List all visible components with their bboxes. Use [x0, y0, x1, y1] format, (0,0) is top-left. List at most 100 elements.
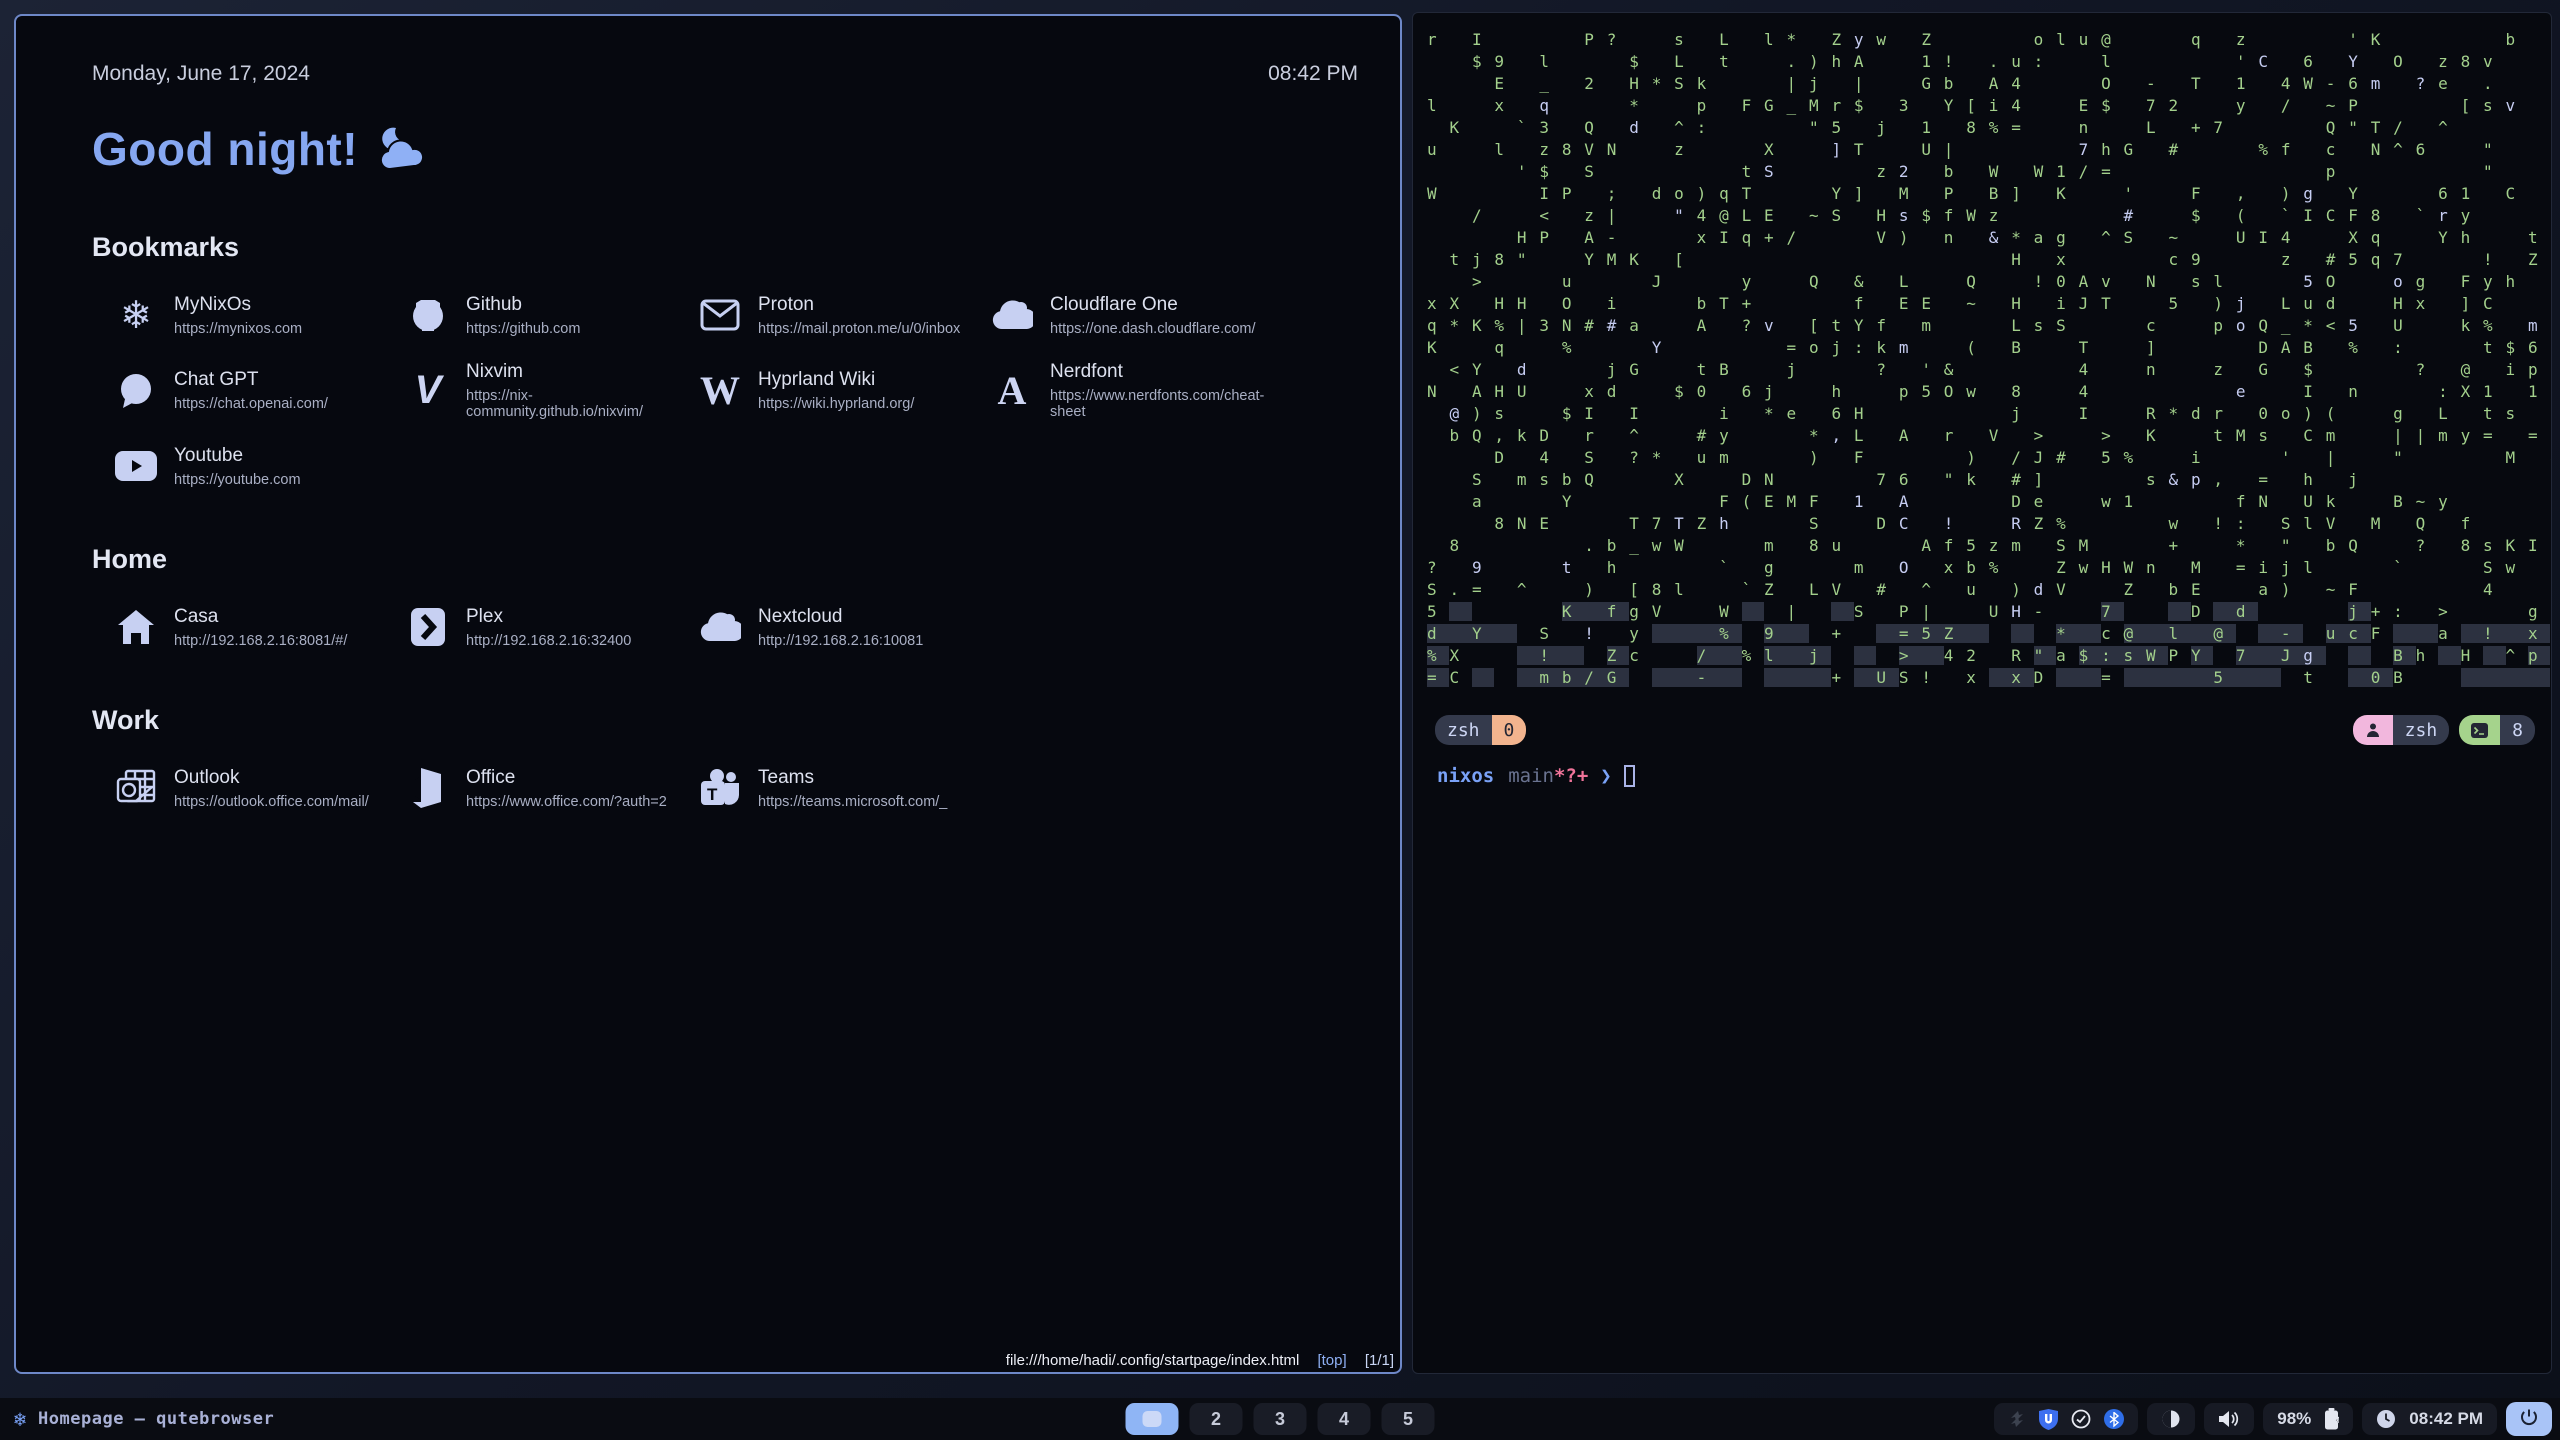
- teams-icon: T: [698, 766, 742, 810]
- tmux-statusbar: zsh 0 zsh 8: [1435, 715, 2535, 745]
- battery-percent: 98%: [2277, 1409, 2311, 1429]
- bluetooth-icon[interactable]: [2104, 1409, 2124, 1429]
- tmux-user-module: zsh: [2353, 715, 2450, 745]
- prompt-symbol: ❯: [1600, 765, 1611, 787]
- speaker-icon: [2218, 1410, 2240, 1428]
- bookmark-office[interactable]: Officehttps://www.office.com/?auth=2: [406, 766, 698, 810]
- prompt-git-branch: main: [1508, 765, 1554, 787]
- bookmark-chat-gpt[interactable]: Chat GPThttps://chat.openai.com/: [114, 361, 406, 420]
- tmux-tab-index: 0: [1492, 715, 1527, 745]
- bookmark-outlook[interactable]: Outlook https://outlook.office.com/mail/: [114, 766, 406, 810]
- bookmark-teams[interactable]: T Teams https://teams.microsoft.com/_: [698, 766, 990, 810]
- bookmark-name: Proton: [758, 294, 960, 316]
- workspace-2[interactable]: 2: [1190, 1403, 1243, 1435]
- bookmark-mynixos[interactable]: ❄MyNixOshttps://mynixos.com: [114, 293, 406, 337]
- home-icon: [114, 605, 158, 649]
- workspace-5[interactable]: 5: [1382, 1403, 1435, 1435]
- section-title: Bookmarks: [92, 232, 1358, 263]
- date-text: Monday, June 17, 2024: [92, 62, 310, 86]
- startpage: Monday, June 17, 2024 08:42 PM Good nigh…: [16, 16, 1400, 1372]
- bookmark-hyprland-wiki[interactable]: WHyprland Wikihttps://wiki.hyprland.org/: [698, 361, 990, 420]
- bookmark-url: https://teams.microsoft.com/_: [758, 794, 947, 810]
- bookmark-name: Office: [466, 767, 667, 789]
- bookmark-nextcloud[interactable]: Nextcloud http://192.168.2.16:10081: [698, 605, 990, 649]
- cloud-icon: [990, 293, 1034, 337]
- bookmark-nerdfont[interactable]: A Nerdfont https://www.nerdfonts.com/cheat…: [990, 361, 1282, 420]
- bookmark-url: http://192.168.2.16:10081: [758, 633, 923, 649]
- bookmark-name: Youtube: [174, 445, 301, 467]
- bookmark-name: Chat GPT: [174, 369, 328, 391]
- battery-status[interactable]: 98%: [2263, 1403, 2353, 1435]
- bookmark-name: Github: [466, 294, 580, 316]
- bitwarden-shield-icon[interactable]: [2039, 1409, 2058, 1430]
- statusbar-tab-index: [1/1]: [1365, 1352, 1394, 1369]
- battery-charging-icon: [2324, 1408, 2339, 1430]
- youtube-play-icon: [114, 444, 158, 488]
- svg-text:T: T: [707, 785, 718, 804]
- bookmark-name: Casa: [174, 606, 347, 628]
- text-cursor: [1624, 765, 1635, 787]
- bookmark-name: Nextcloud: [758, 606, 923, 628]
- section-work: Work Outlook https://outlook.office.com/ma…: [92, 705, 1358, 810]
- bookmark-name: Teams: [758, 767, 947, 789]
- clock-module[interactable]: 08:42 PM: [2362, 1403, 2497, 1435]
- bookmark-url: https://one.dash.cloudflare.com/: [1050, 321, 1256, 337]
- terminal-icon: [2459, 715, 2500, 745]
- bookmark-url: http://192.168.2.16:8081/#/: [174, 633, 347, 649]
- statusbar-scroll-position: [top]: [1317, 1352, 1346, 1369]
- moon-cloud-icon: [374, 123, 426, 175]
- workspace-1-active[interactable]: [1126, 1403, 1179, 1435]
- workspace-3[interactable]: 3: [1254, 1403, 1307, 1435]
- outlook-icon: [114, 766, 158, 810]
- bookmark-url: https://github.com: [466, 321, 580, 337]
- bookmark-plex[interactable]: Plexhttp://192.168.2.16:32400: [406, 605, 698, 649]
- bookmark-name: Nixvim: [466, 361, 698, 383]
- section-title: Home: [92, 544, 1358, 575]
- section-home: HomeCasahttp://192.168.2.16:8081/#/Plexh…: [92, 544, 1358, 649]
- tmux-tab-zsh[interactable]: zsh 0: [1435, 715, 1526, 745]
- clock-icon: [2376, 1409, 2396, 1429]
- bookmark-github[interactable]: Github https://github.com: [406, 293, 698, 337]
- bookmark-youtube[interactable]: Youtubehttps://youtube.com: [114, 444, 406, 488]
- bookmark-nixvim[interactable]: VNixvimhttps://nix-community.github.io/n…: [406, 361, 698, 420]
- bookmark-sections: Bookmarks❄MyNixOshttps://mynixos.comGith…: [92, 232, 1358, 810]
- bookmark-name: Plex: [466, 606, 631, 628]
- shell-prompt[interactable]: nixos main *?+ ❯: [1437, 765, 1635, 787]
- prompt-host: nixos: [1437, 765, 1494, 787]
- bookmark-casa[interactable]: Casa http://192.168.2.16:8081/#/: [114, 605, 406, 649]
- system-tray[interactable]: [1994, 1403, 2138, 1435]
- taskbar: ❄ Homepage — qutebrowser 2345: [0, 1398, 2560, 1440]
- section-title: Work: [92, 705, 1358, 736]
- github-icon: [406, 293, 450, 337]
- workspace-switcher: 2345: [1126, 1403, 1435, 1435]
- bookmark-url: https://www.nerdfonts.com/cheat-sheet: [1050, 388, 1282, 420]
- qutebrowser-window: Monday, June 17, 2024 08:42 PM Good nigh…: [14, 14, 1402, 1374]
- prompt-git-status: *?+: [1554, 765, 1588, 787]
- section-bookmarks: Bookmarks❄MyNixOshttps://mynixos.comGith…: [92, 232, 1358, 488]
- night-light-toggle[interactable]: [2147, 1403, 2195, 1435]
- bookmark-name: Nerdfont: [1050, 361, 1282, 383]
- check-circle-icon[interactable]: [2071, 1409, 2091, 1429]
- bookmark-proton[interactable]: Protonhttps://mail.proton.me/u/0/inbox: [698, 293, 990, 337]
- nixos-snowflake-icon: ❄: [14, 1407, 26, 1431]
- letter-a-icon: A: [990, 369, 1034, 413]
- plex-chevron-icon: [406, 605, 450, 649]
- cloud-icon: [698, 605, 742, 649]
- kdeconnect-arrows-icon[interactable]: [2008, 1410, 2026, 1428]
- power-button[interactable]: [2506, 1402, 2552, 1436]
- letter-w-icon: W: [698, 369, 742, 413]
- terminal-window[interactable]: r I P ? s L l * Z y w Z o l u @ q z ' K …: [1412, 12, 2552, 1374]
- bookmark-cloudflare-one[interactable]: Cloudflare Onehttps://one.dash.cloudflar…: [990, 293, 1282, 337]
- night-light-icon: [2161, 1409, 2181, 1429]
- volume-control[interactable]: [2204, 1403, 2254, 1435]
- bookmark-name: Outlook: [174, 767, 369, 789]
- taskbar-window-title[interactable]: ❄ Homepage — qutebrowser: [14, 1407, 274, 1431]
- browser-statusbar: file:///home/hadi/.config/startpage/inde…: [1006, 1352, 1394, 1369]
- tmux-user-label: zsh: [2393, 715, 2450, 745]
- user-icon: [2353, 715, 2393, 745]
- page-clock: 08:42 PM: [1268, 62, 1358, 86]
- bookmark-url: https://outlook.office.com/mail/: [174, 794, 369, 810]
- letter-v-icon: V: [406, 369, 450, 413]
- power-icon: [2520, 1408, 2538, 1431]
- workspace-4[interactable]: 4: [1318, 1403, 1371, 1435]
